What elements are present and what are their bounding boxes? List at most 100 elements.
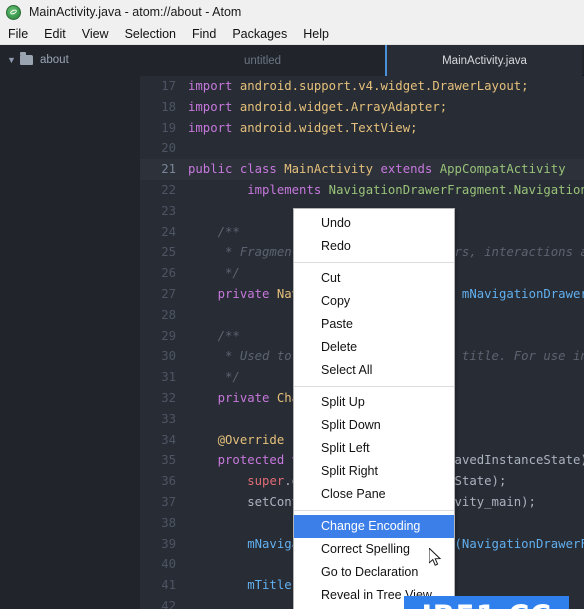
- code-token: MainActivity: [284, 162, 374, 177]
- line-number: 37: [161, 494, 176, 509]
- tab-bar: untitled MainActivity.java: [140, 45, 584, 76]
- code-token: public class: [188, 162, 285, 177]
- code-line: 17 import android.support.v4.widget.Drawe…: [140, 76, 584, 97]
- context-menu-item-cut[interactable]: Cut: [294, 267, 454, 290]
- title-bar: MainActivity.java - atom://about - Atom: [0, 0, 584, 24]
- line-number: 23: [161, 203, 176, 218]
- line-number: 29: [161, 328, 176, 343]
- menu-packages[interactable]: Packages: [232, 27, 287, 41]
- line-number: 36: [161, 474, 176, 489]
- menu-edit[interactable]: Edit: [44, 27, 66, 41]
- context-menu-item-undo[interactable]: Undo: [294, 212, 454, 235]
- workspace: ▼ about untitled MainActivity.java 17 imp…: [0, 45, 584, 609]
- tree-item-about[interactable]: ▼ about: [0, 51, 140, 69]
- line-number: 19: [161, 120, 176, 135]
- code-line: 19 import android.widget.TextView;: [140, 118, 584, 139]
- code-token: */: [188, 370, 240, 385]
- code-text: implements NavigationDrawerFragment.Navi…: [188, 183, 584, 197]
- watermark-text: JB51.CC: [421, 599, 551, 609]
- context-menu-item-split-left[interactable]: Split Left: [294, 437, 454, 460]
- code-token: android.support.v4.widget.DrawerLayout;: [239, 79, 529, 93]
- code-text: import android.support.v4.widget.DrawerL…: [188, 79, 529, 93]
- code-token: /**: [188, 328, 240, 343]
- code-token: android.widget.TextView;: [239, 120, 418, 135]
- line-number: 25: [161, 245, 176, 260]
- code-token: mNavigationDrawerFr: [461, 286, 584, 301]
- context-menu-item-correct-spelling[interactable]: Correct Spelling: [294, 538, 454, 561]
- watermark-badge: JB51.CC: [404, 596, 569, 609]
- code-token: */: [188, 266, 240, 281]
- window-title: MainActivity.java - atom://about - Atom: [29, 5, 242, 19]
- code-token: android.widget.ArrayAdapter;: [239, 99, 448, 114]
- context-menu-item-change-encoding[interactable]: Change Encoding: [294, 515, 454, 538]
- line-number: 17: [161, 79, 176, 93]
- code-token: import: [188, 120, 240, 135]
- code-line: 20: [140, 138, 584, 159]
- line-number: 26: [161, 266, 176, 281]
- tab-mainactivity-java[interactable]: MainActivity.java: [387, 45, 582, 76]
- context-menu-separator: [294, 386, 454, 387]
- code-text: /**: [188, 329, 240, 343]
- context-menu-separator: [294, 262, 454, 263]
- code-token: import: [188, 79, 240, 93]
- line-number: 28: [161, 307, 176, 322]
- menu-find[interactable]: Find: [192, 27, 216, 41]
- atom-logo-icon: [6, 4, 21, 20]
- context-menu-body: Undo Redo Cut Copy Paste Delete Select All Spli…: [294, 212, 454, 607]
- line-number: 42: [161, 598, 176, 609]
- line-number: 27: [161, 286, 176, 301]
- line-number: 24: [161, 224, 176, 239]
- line-number: 30: [161, 349, 176, 364]
- editor-context-menu[interactable]: Undo Redo Cut Copy Paste Delete Select All Spli…: [293, 208, 455, 609]
- code-token: private: [188, 286, 277, 301]
- line-number: 41: [161, 578, 176, 593]
- line-number: 31: [161, 370, 176, 385]
- context-menu-item-select-all[interactable]: Select All: [294, 359, 454, 382]
- folder-icon: [20, 52, 33, 65]
- line-number: 40: [161, 557, 176, 572]
- context-menu-item-delete[interactable]: Delete: [294, 336, 454, 359]
- context-menu-item-copy[interactable]: Copy: [294, 290, 454, 313]
- menu-view[interactable]: View: [82, 27, 109, 41]
- context-menu-item-split-right[interactable]: Split Right: [294, 460, 454, 483]
- line-number: 32: [161, 390, 176, 405]
- code-text: import android.widget.ArrayAdapter;: [188, 100, 447, 114]
- code-token: extends: [373, 162, 440, 177]
- code-text: @Override: [188, 432, 285, 447]
- line-number: 38: [161, 515, 176, 530]
- tab-untitled[interactable]: untitled: [140, 45, 387, 76]
- code-line: 18 import android.widget.ArrayAdapter;: [140, 97, 584, 118]
- context-menu-item-go-to-declaration[interactable]: Go to Declaration: [294, 561, 454, 584]
- code-token: @Override: [188, 432, 285, 447]
- line-number: 18: [161, 99, 176, 114]
- line-number: 39: [161, 536, 176, 551]
- chevron-down-icon[interactable]: ▼: [7, 55, 17, 65]
- context-menu-item-redo[interactable]: Redo: [294, 235, 454, 258]
- context-menu-item-paste[interactable]: Paste: [294, 313, 454, 336]
- code-token: AppCompatActivity: [439, 162, 566, 177]
- line-number: 20: [161, 141, 176, 156]
- context-menu-item-close-pane[interactable]: Close Pane: [294, 483, 454, 506]
- context-menu-item-split-up[interactable]: Split Up: [294, 391, 454, 414]
- code-token: import: [188, 99, 240, 114]
- code-token: protected: [188, 453, 292, 468]
- context-menu-item-split-down[interactable]: Split Down: [294, 414, 454, 437]
- code-text: public class MainActivity extends AppCom…: [188, 162, 566, 176]
- code-token: super: [247, 474, 285, 489]
- menu-help[interactable]: Help: [303, 27, 329, 41]
- code-token: implements: [247, 182, 329, 197]
- code-line: 21 public class MainActivity extends AppC…: [140, 159, 584, 180]
- menu-selection[interactable]: Selection: [125, 27, 176, 41]
- menu-file[interactable]: File: [8, 27, 28, 41]
- menu-bar: File Edit View Selection Find Packages H…: [0, 24, 584, 45]
- line-number: 22: [161, 182, 176, 197]
- code-text: */: [188, 370, 240, 384]
- line-number: 34: [161, 432, 176, 447]
- line-number: 35: [161, 453, 176, 468]
- tree-view-sidebar: ▼ about: [0, 45, 140, 609]
- code-token: /**: [188, 224, 240, 239]
- context-menu-separator: [294, 510, 454, 511]
- code-line: 22 implements NavigationDrawerFragment.N…: [140, 180, 584, 201]
